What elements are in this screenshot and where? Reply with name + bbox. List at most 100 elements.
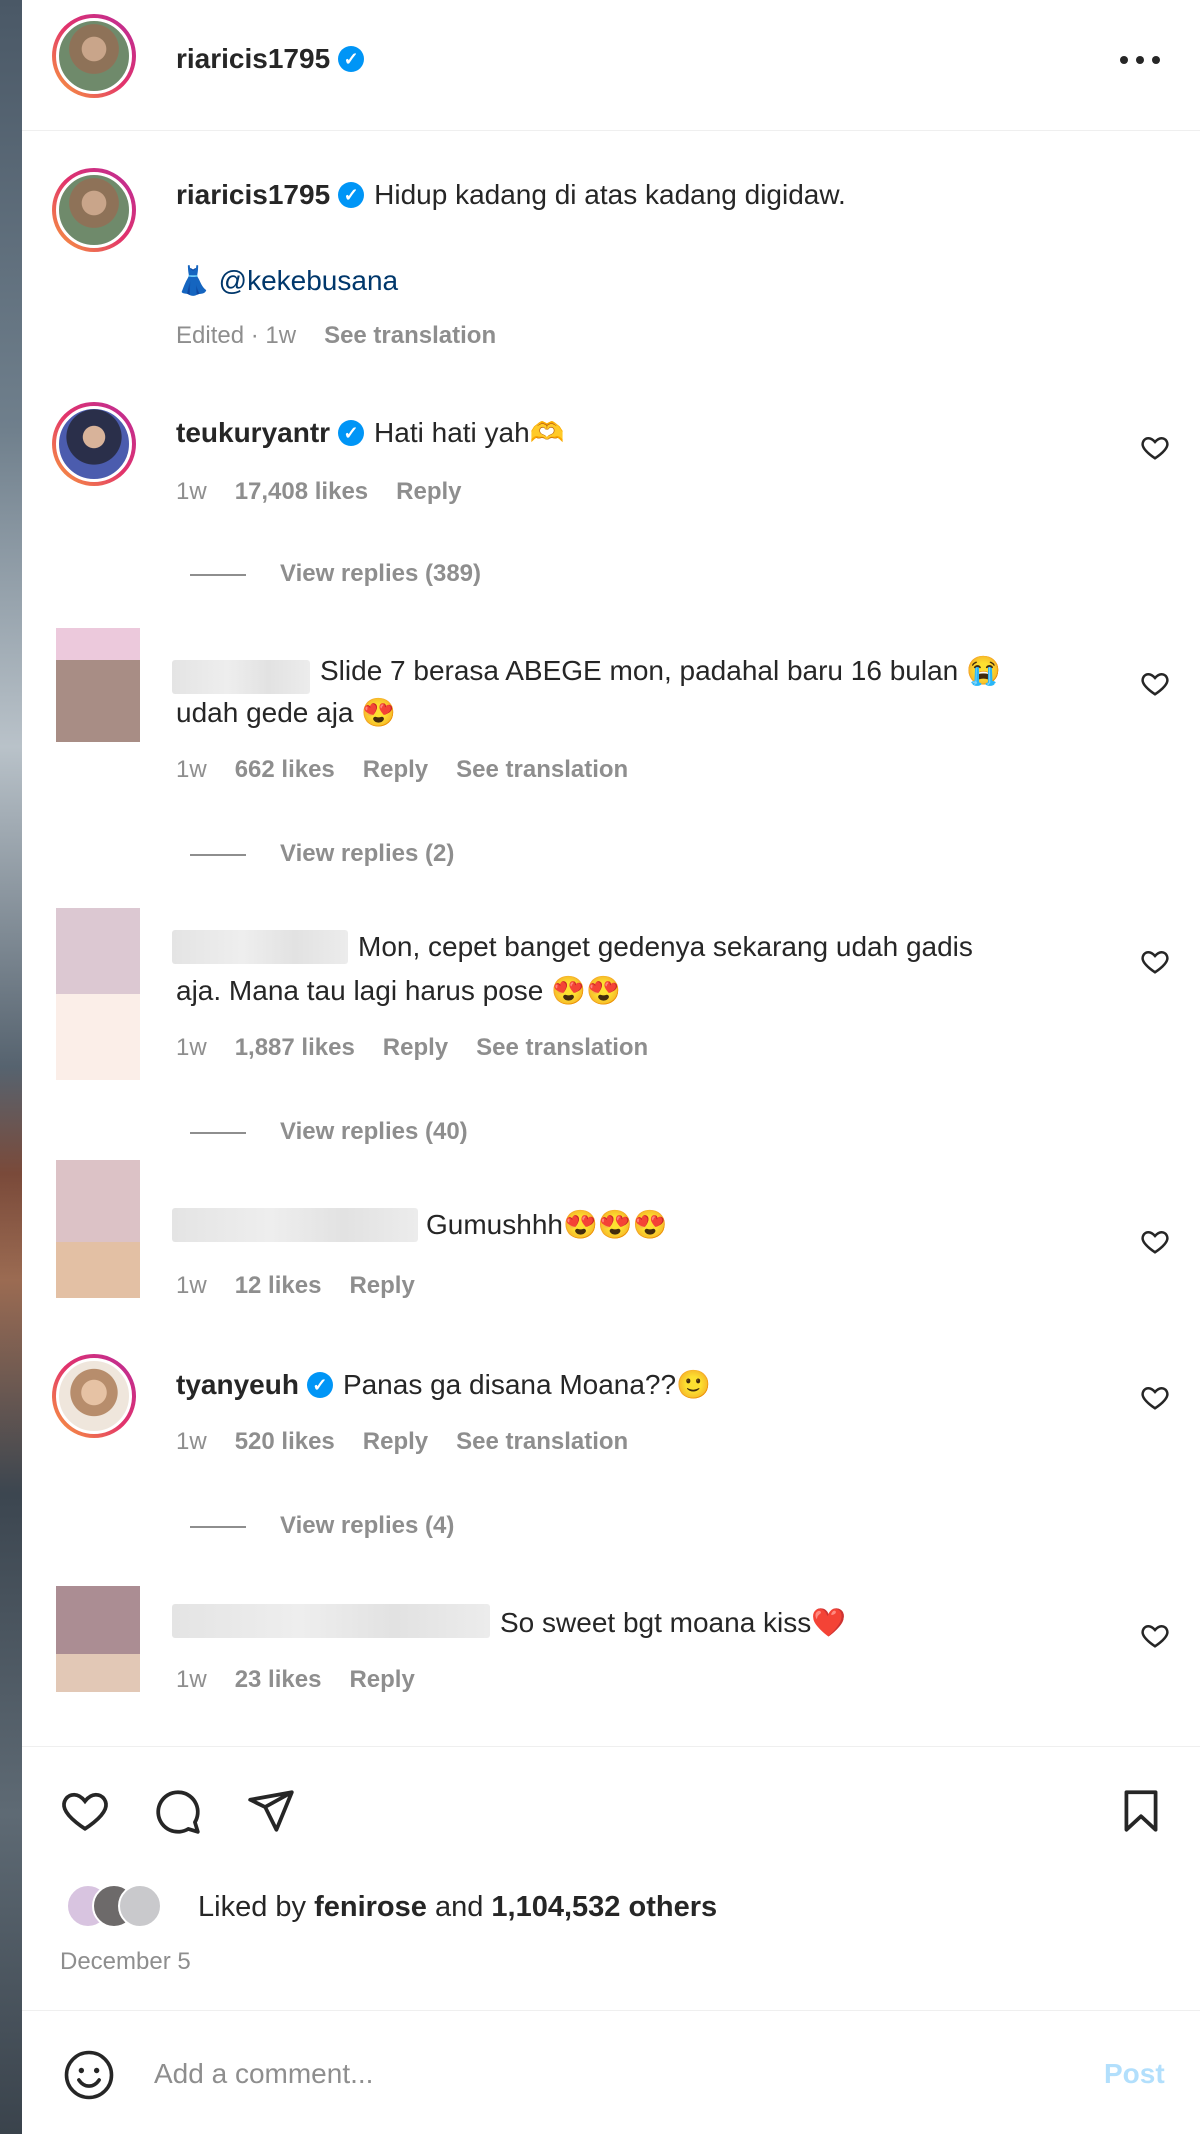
comment-box-divider [22,2010,1200,2011]
replies-line [190,1525,246,1528]
comment-time: 1w [176,1666,207,1693]
caption-text: Hidup kadang di atas kadang digidaw. [374,179,846,210]
comment-icon[interactable] [152,1786,202,1836]
comment-line: Gumushhh😍😍😍 [426,1208,668,1242]
comment-like-heart-icon[interactable] [1140,946,1170,976]
comment-text-continued: aja. Mana tau lagi harus pose 😍😍 [176,975,621,1006]
comment-text-continued: udah gede aja 😍 [176,697,397,728]
background-photo-strip [0,0,22,2134]
comment-meta: 1w 520 likes Reply See translation [176,1428,656,1456]
reply-button[interactable]: Reply [363,756,428,783]
post-date: December 5 [60,1948,191,1975]
comment-like-heart-icon[interactable] [1140,668,1170,698]
send-icon[interactable] [246,1786,296,1836]
comment-likes[interactable]: 12 likes [235,1272,322,1299]
view-replies-button[interactable]: View replies (40) [190,1118,468,1146]
replies-line [190,573,246,576]
comment-like-heart-icon[interactable] [1140,432,1170,462]
comment-like-heart-icon[interactable] [1140,1226,1170,1256]
comment-likes[interactable]: 662 likes [235,756,335,783]
verified-badge-icon: ✓ [338,181,365,208]
verified-badge-icon: ✓ [306,1371,333,1398]
caption-meta: Edited · 1w See translation [176,322,524,350]
comment-text: Panas ga disana Moana??🙂 [342,1369,711,1400]
view-replies-button[interactable]: View replies (2) [190,840,454,868]
heart-icon[interactable] [60,1786,110,1836]
comment-time: 1w [176,1034,207,1061]
see-translation-link[interactable]: See translation [324,322,496,349]
liker-avatar [118,1884,162,1928]
caption-username[interactable]: riaricis1795 [176,179,330,210]
reply-button[interactable]: Reply [349,1272,414,1299]
header-username-row[interactable]: riaricis1795 ✓ [176,42,374,76]
comment-text: Slide 7 berasa ABEGE mon, padahal baru 1… [320,655,1001,686]
comment-likes[interactable]: 520 likes [235,1428,335,1455]
reply-button[interactable]: Reply [349,1666,414,1693]
blurred-username[interactable] [172,1604,490,1638]
comment-text: So sweet bgt moana kiss❤️ [500,1607,847,1638]
more-horizontal-icon[interactable] [1118,52,1162,68]
comment-time: 1w [176,478,207,505]
comment-meta: 1w 662 likes Reply See translation [176,756,656,784]
comment-avatar[interactable] [52,402,136,486]
caption-line: riaricis1795 ✓ Hidup kadang di atas kadang… [176,178,846,212]
comment-text: Mon, cepet banget gedenya sekarang udah … [358,931,973,962]
see-translation-link[interactable]: See translation [456,1428,628,1455]
comment-line: So sweet bgt moana kiss❤️ [500,1606,846,1640]
comment-like-heart-icon[interactable] [1140,1620,1170,1650]
comment-meta: 1w 23 likes Reply [176,1666,443,1694]
comment-likes[interactable]: 1,887 likes [235,1034,355,1061]
comment-username[interactable]: teukuryantr [176,417,330,448]
likes-and: and [434,1891,484,1923]
comment-meta: 1w 1,887 likes Reply See translation [176,1034,676,1062]
verified-badge-icon: ✓ [338,45,365,72]
post-button[interactable]: Post [1104,2058,1165,2090]
blurred-avatar[interactable] [56,1160,140,1298]
comment-likes[interactable]: 23 likes [235,1666,322,1693]
caption-edited: Edited · 1w [176,322,297,349]
reply-button[interactable]: Reply [363,1428,428,1455]
blurred-avatar[interactable] [56,908,140,1080]
dress-emoji: 👗 [176,264,211,297]
likes-count[interactable]: 1,104,532 others [491,1891,717,1923]
see-translation-link[interactable]: See translation [456,756,628,783]
comment-time: 1w [176,1272,207,1299]
reply-button[interactable]: Reply [383,1034,448,1061]
blurred-username[interactable] [172,930,348,964]
comment-line: teukuryantr ✓ Hati hati yah🫶 [176,416,565,450]
blurred-username[interactable] [172,660,310,694]
comment-line: tyanyeuh ✓ Panas ga disana Moana??🙂 [176,1368,711,1402]
reply-button[interactable]: Reply [396,478,461,505]
add-comment-input[interactable]: Add a comment... [154,2058,373,2090]
replies-line [190,853,246,856]
comment-meta: 1w 17,408 likes Reply [176,478,490,506]
liker-username[interactable]: fenirose [314,1891,427,1923]
comment-text: Hati hati yah🫶 [374,417,565,448]
header-username[interactable]: riaricis1795 [176,43,330,74]
actions-divider [22,1746,1200,1747]
comment-time: 1w [176,756,207,783]
comment-likes[interactable]: 17,408 likes [235,478,368,505]
bookmark-icon[interactable] [1116,1786,1166,1836]
comment-text: Gumushhh😍😍😍 [426,1209,668,1240]
blurred-avatar[interactable] [56,1586,140,1692]
header-avatar[interactable] [52,14,136,98]
comment-line: Slide 7 berasa ABEGE mon, padahal baru 1… [320,654,1001,688]
view-replies-button[interactable]: View replies (4) [190,1512,454,1540]
verified-badge-icon: ✓ [338,419,365,446]
smiley-icon[interactable] [62,2048,116,2102]
header-divider [22,130,1200,131]
blurred-avatar[interactable] [56,628,140,742]
comment-username[interactable]: tyanyeuh [176,1369,299,1400]
likes-summary: Liked by fenirose and 1,104,532 others [198,1890,717,1924]
replies-line [190,1131,246,1134]
comment-avatar[interactable] [52,1354,136,1438]
mention-link[interactable]: @kekebusana [219,265,398,296]
comment-line: Mon, cepet banget gedenya sekarang udah … [358,930,973,964]
see-translation-link[interactable]: See translation [476,1034,648,1061]
post-comments-panel: riaricis1795 ✓ riaricis1795 ✓ Hidup kadang … [22,0,1200,2134]
view-replies-button[interactable]: View replies (389) [190,560,481,588]
caption-avatar[interactable] [52,168,136,252]
blurred-username[interactable] [172,1208,418,1242]
comment-like-heart-icon[interactable] [1140,1382,1170,1412]
